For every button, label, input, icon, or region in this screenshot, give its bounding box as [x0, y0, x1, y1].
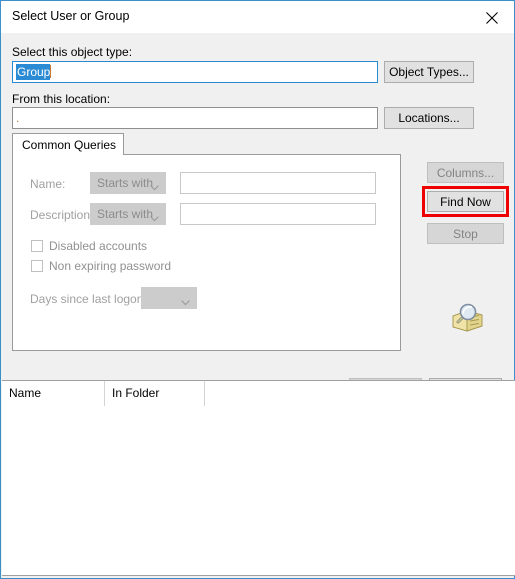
- non-expiring-password-label: Non expiring password: [49, 259, 172, 273]
- close-button[interactable]: [470, 1, 514, 32]
- object-type-label: Select this object type:: [12, 45, 133, 59]
- text-caret: [50, 65, 52, 78]
- search-results-body[interactable]: [2, 406, 515, 575]
- tab-common-queries-label: Common Queries: [22, 138, 117, 152]
- select-user-or-group-dialog: Select User or Group Select this object …: [0, 0, 515, 579]
- columns-button[interactable]: Columns...: [427, 162, 504, 183]
- query-description-label: Description:: [30, 208, 94, 222]
- window-title: Select User or Group: [12, 9, 130, 23]
- search-results-header: Name In Folder: [2, 381, 515, 407]
- find-now-button[interactable]: Find Now: [427, 191, 504, 212]
- checkbox-box: [31, 240, 43, 252]
- location-label: From this location:: [12, 92, 111, 106]
- checkbox-box: [31, 260, 43, 272]
- query-name-input[interactable]: [180, 172, 376, 194]
- chevron-down-icon: [150, 180, 159, 194]
- query-name-operator-combo[interactable]: Starts with: [90, 172, 166, 194]
- stop-button[interactable]: Stop: [427, 223, 504, 244]
- chevron-down-icon: [181, 295, 190, 309]
- column-header-name-label: Name: [9, 386, 42, 400]
- chevron-down-icon: [150, 211, 159, 225]
- days-since-last-logon-label: Days since last logon:: [30, 292, 147, 306]
- object-type-value: Group: [16, 64, 51, 80]
- object-type-input[interactable]: Group: [12, 61, 378, 83]
- disabled-accounts-label: Disabled accounts: [49, 239, 148, 253]
- dialog-body: Select this object type: Group Object Ty…: [1, 33, 515, 578]
- titlebar: Select User or Group: [1, 1, 514, 34]
- magnifier-folder-icon: [447, 302, 485, 337]
- query-description-operator-combo[interactable]: Starts with: [90, 203, 166, 225]
- query-name-label: Name:: [30, 177, 66, 191]
- search-results-list[interactable]: Name In Folder: [2, 380, 515, 576]
- query-name-operator-value: Starts with: [97, 176, 154, 190]
- object-types-button[interactable]: Object Types...: [384, 61, 474, 83]
- common-queries-panel: Name: Starts with Description: Starts wi…: [12, 154, 401, 351]
- query-description-input[interactable]: [180, 203, 376, 225]
- location-value: .: [16, 111, 20, 125]
- column-header-in-folder[interactable]: In Folder: [105, 381, 205, 406]
- query-description-operator-value: Starts with: [97, 207, 154, 221]
- days-since-last-logon-combo[interactable]: [141, 287, 197, 309]
- column-header-extra[interactable]: [205, 381, 515, 406]
- column-header-in-folder-label: In Folder: [112, 386, 160, 400]
- tab-common-queries[interactable]: Common Queries: [12, 133, 124, 155]
- column-header-name[interactable]: Name: [2, 381, 105, 406]
- locations-button[interactable]: Locations...: [384, 107, 474, 129]
- location-input[interactable]: .: [12, 107, 378, 129]
